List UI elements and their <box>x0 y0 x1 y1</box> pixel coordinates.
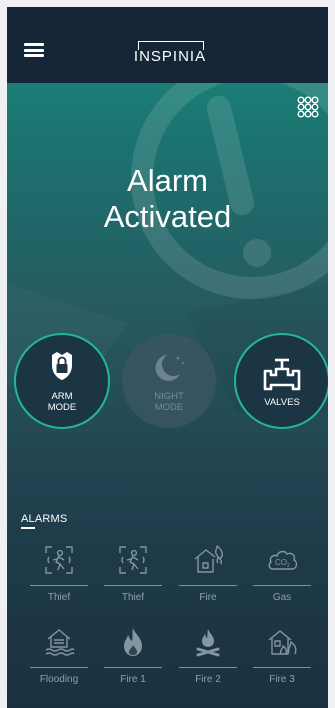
alarm-label: Fire <box>199 592 217 603</box>
thief-sensor-icon <box>119 546 147 574</box>
alarm-tile-fire-3[interactable]: Fire 3 <box>253 623 311 687</box>
alarm-label: Thief <box>121 592 145 603</box>
top-bar: INSPINIA <box>7 7 328 83</box>
alarm-tile-fire-1[interactable]: Fire 1 <box>104 623 162 687</box>
alarm-tile-fire[interactable]: Fire <box>179 541 237 605</box>
status-line-1: Alarm <box>127 163 208 198</box>
svg-text:CO: CO <box>275 558 287 567</box>
thief-sensor-icon <box>45 546 73 574</box>
hamburger-menu-icon[interactable] <box>24 43 44 57</box>
alarm-tile-flooding[interactable]: Flooding <box>30 623 88 687</box>
valves-label: VALVES <box>264 397 300 408</box>
arm-mode-label: ARM MODE <box>47 391 77 413</box>
alarms-heading: ALARMS <box>21 513 68 525</box>
valves-button[interactable]: VALVES <box>234 333 328 429</box>
alarm-label: Flooding <box>39 674 79 685</box>
grid-icon[interactable] <box>297 96 319 118</box>
alarm-tile-thief-1[interactable]: Thief <box>30 541 88 605</box>
alarm-tile-thief-2[interactable]: Thief <box>104 541 162 605</box>
alarm-label: Gas <box>272 592 292 603</box>
status-line-2: Activated <box>103 199 232 234</box>
alarm-label: Thief <box>47 592 71 603</box>
alarm-tile-fire-2[interactable]: Fire 2 <box>179 623 237 687</box>
alarm-label: Fire 1 <box>120 674 146 685</box>
flooding-house-icon <box>45 629 75 656</box>
alarms-underline <box>21 527 35 529</box>
burning-house-icon <box>268 630 297 655</box>
night-mode-label: NIGHT MODE <box>154 391 184 413</box>
inspinia-logo: INSPINIA <box>130 39 210 65</box>
night-mode-button[interactable]: NIGHT MODE <box>122 334 216 428</box>
moon-icon <box>155 355 184 381</box>
logo-text: INSPINIA <box>133 48 207 65</box>
campfire-icon <box>196 629 220 657</box>
app-frame: INSPINIA Alarm Activated ARM MODE NIGHT MO <box>7 7 328 708</box>
arm-mode-button[interactable]: ARM MODE <box>14 333 110 429</box>
alarm-status-title: Alarm Activated <box>7 163 328 235</box>
svg-text:2: 2 <box>287 563 290 569</box>
alarm-label: Fire 3 <box>269 674 295 685</box>
alarm-label: Fire 2 <box>195 674 221 685</box>
valve-icon <box>263 358 301 391</box>
co2-cloud-icon: CO 2 <box>268 550 298 570</box>
alarm-tile-gas[interactable]: CO 2 Gas <box>253 541 311 605</box>
shield-lock-icon <box>52 352 72 380</box>
flame-icon <box>124 628 142 656</box>
house-fire-icon <box>194 545 223 573</box>
